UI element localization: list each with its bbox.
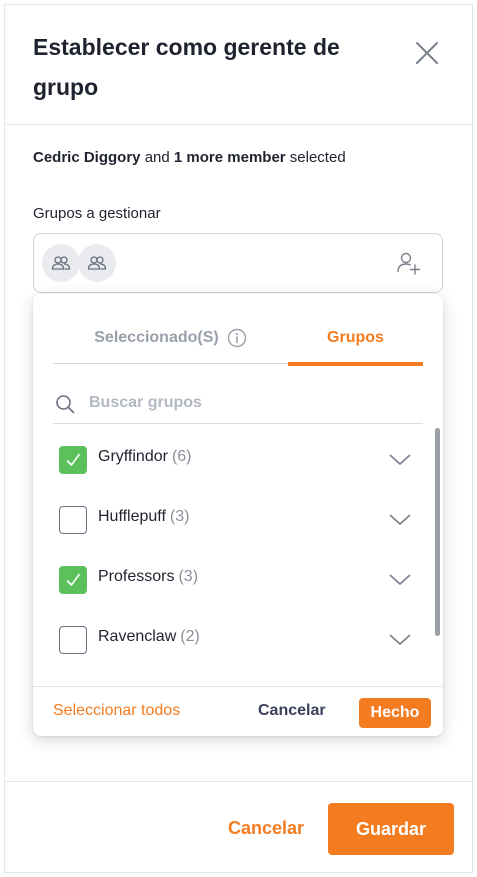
done-button[interactable]: Hecho — [359, 698, 431, 728]
dialog-footer: Cancelar Guardar — [5, 781, 472, 874]
group-chip[interactable] — [42, 244, 80, 282]
select-all-button[interactable]: Seleccionar todos — [53, 702, 180, 720]
dropdown-tabs: Seleccionado(S) Grupos — [53, 312, 423, 366]
chevron-down-icon[interactable] — [388, 632, 412, 648]
group-search — [53, 384, 423, 424]
group-count: (3) — [169, 508, 190, 525]
group-name: Hufflepuff (3) — [98, 508, 190, 525]
checkbox-checked[interactable] — [59, 566, 87, 594]
tab-groups-label: Grupos — [327, 329, 384, 346]
checkbox-unchecked[interactable] — [59, 626, 87, 654]
tab-selected-label: Seleccionado(S) — [94, 329, 219, 346]
selection-suffix: selected — [285, 149, 346, 166]
group-chip[interactable] — [78, 244, 116, 282]
group-name: Gryffindor (6) — [98, 448, 192, 465]
group-count: (6) — [171, 448, 192, 465]
add-member-button[interactable] — [396, 250, 422, 276]
list-item-hufflepuff[interactable]: Hufflepuff (3) — [33, 490, 428, 550]
group-icon — [51, 256, 71, 270]
set-group-manager-dialog: Establecer como gerente de grupo Cedric … — [4, 4, 473, 873]
add-user-icon — [397, 252, 421, 275]
close-button[interactable] — [413, 39, 441, 67]
groups-dropdown: Seleccionado(S) Grupos Buscar grupos Gry… — [33, 294, 443, 736]
group-list: Gryffindor (6) Hufflepuff (3) Professors… — [33, 430, 443, 684]
checkbox-checked[interactable] — [59, 446, 87, 474]
group-name: Professors (3) — [98, 568, 199, 585]
group-count: (3) — [178, 568, 199, 585]
checkbox-unchecked[interactable] — [59, 506, 87, 534]
more-members-count: 1 more member — [173, 149, 286, 166]
groups-field[interactable] — [33, 233, 443, 293]
dialog-header: Establecer como gerente de grupo — [5, 5, 472, 125]
dropdown-cancel-button[interactable]: Cancelar — [258, 702, 326, 720]
search-icon — [56, 395, 75, 414]
dialog-title: Establecer como gerente de grupo — [33, 34, 340, 100]
list-item-ravenclaw[interactable]: Ravenclaw (2) — [33, 610, 428, 670]
tab-groups[interactable]: Grupos — [288, 312, 423, 366]
selection-summary: Cedric Diggory and 1 more member selecte… — [33, 149, 346, 166]
check-icon — [66, 573, 81, 587]
check-icon — [66, 453, 81, 467]
selected-member-name: Cedric Diggory — [33, 149, 141, 166]
save-button[interactable]: Guardar — [328, 803, 454, 855]
info-icon[interactable] — [227, 328, 247, 348]
chevron-down-icon[interactable] — [388, 572, 412, 588]
chevron-down-icon[interactable] — [388, 452, 412, 468]
search-input[interactable] — [89, 388, 409, 418]
list-item-gryffindor[interactable]: Gryffindor (6) — [33, 430, 428, 490]
dropdown-footer: Seleccionar todos Cancelar Hecho — [33, 686, 443, 736]
groups-field-label: Grupos a gestionar — [33, 205, 161, 222]
selection-connector: and — [140, 149, 174, 166]
list-scrollbar[interactable] — [435, 428, 440, 636]
list-item-professors[interactable]: Professors (3) — [33, 550, 428, 610]
close-icon — [416, 42, 438, 64]
group-name: Ravenclaw (2) — [98, 628, 200, 645]
tab-selected[interactable]: Seleccionado(S) — [53, 312, 288, 364]
group-icon — [87, 256, 107, 270]
cancel-button[interactable]: Cancelar — [228, 818, 304, 839]
chevron-down-icon[interactable] — [388, 512, 412, 528]
group-count: (2) — [180, 628, 200, 645]
